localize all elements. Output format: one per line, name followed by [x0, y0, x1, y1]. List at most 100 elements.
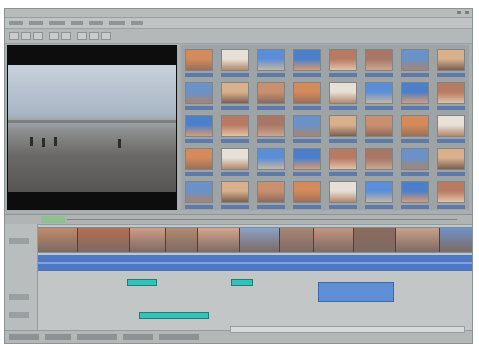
- media-thumbnail[interactable]: [185, 49, 213, 71]
- thumbnail-label: [221, 106, 249, 110]
- toolbar-button-5[interactable]: [61, 32, 71, 40]
- menu-item-4[interactable]: [71, 21, 83, 25]
- toolbar-button-8[interactable]: [101, 32, 111, 40]
- media-thumbnail[interactable]: [329, 115, 357, 137]
- media-thumbnail[interactable]: [221, 115, 249, 137]
- media-thumbnail[interactable]: [329, 82, 357, 104]
- transition-clip[interactable]: [127, 279, 157, 286]
- video-clip[interactable]: [396, 228, 440, 252]
- video-clip[interactable]: [354, 228, 396, 252]
- preview-figure: [30, 137, 33, 146]
- media-thumbnail[interactable]: [221, 49, 249, 71]
- video-clip[interactable]: [130, 228, 166, 252]
- media-thumbnail[interactable]: [257, 115, 285, 137]
- toolbar-button-1[interactable]: [9, 32, 19, 40]
- title-clip[interactable]: [139, 312, 209, 319]
- media-thumbnail[interactable]: [257, 49, 285, 71]
- thumbnail-label: [365, 205, 393, 209]
- menu-item-6[interactable]: [109, 21, 125, 25]
- minimize-icon[interactable]: [457, 11, 461, 14]
- media-thumbnail[interactable]: [293, 148, 321, 170]
- media-thumbnail[interactable]: [401, 49, 429, 71]
- media-thumbnail[interactable]: [401, 181, 429, 203]
- media-thumbnail[interactable]: [365, 148, 393, 170]
- thumbnail-label: [401, 73, 429, 77]
- toolbar-button-7[interactable]: [89, 32, 99, 40]
- media-thumbnail[interactable]: [257, 148, 285, 170]
- close-icon[interactable]: [465, 11, 469, 14]
- track-label-video: [9, 238, 29, 244]
- timeline-tab[interactable]: [41, 216, 65, 223]
- media-thumbnail[interactable]: [293, 115, 321, 137]
- thumbnail-label: [257, 205, 285, 209]
- thumbnail-label: [365, 172, 393, 176]
- thumbnail-label: [293, 139, 321, 143]
- media-thumbnail[interactable]: [257, 181, 285, 203]
- track-label-audio: [9, 312, 29, 318]
- thumbnail-label: [293, 205, 321, 209]
- media-thumbnail[interactable]: [221, 181, 249, 203]
- media-thumbnail[interactable]: [437, 49, 465, 71]
- selected-clip[interactable]: [318, 282, 394, 302]
- thumbnail-label: [437, 172, 465, 176]
- media-thumbnail[interactable]: [329, 49, 357, 71]
- status-segment: [159, 334, 199, 340]
- media-thumbnail[interactable]: [365, 181, 393, 203]
- media-thumbnail[interactable]: [221, 82, 249, 104]
- menu-item-2[interactable]: [29, 21, 43, 25]
- menu-item-7[interactable]: [131, 21, 143, 25]
- media-thumbnail[interactable]: [401, 148, 429, 170]
- video-clip[interactable]: [240, 228, 280, 252]
- media-thumbnail[interactable]: [365, 82, 393, 104]
- media-thumbnail[interactable]: [185, 148, 213, 170]
- video-clip[interactable]: [38, 228, 78, 252]
- menu-item-3[interactable]: [49, 21, 65, 25]
- media-thumbnail[interactable]: [401, 115, 429, 137]
- transition-clip[interactable]: [231, 279, 253, 286]
- media-thumbnail[interactable]: [221, 148, 249, 170]
- audio-track[interactable]: [38, 255, 472, 271]
- toolbar-button-3[interactable]: [33, 32, 43, 40]
- media-thumbnail[interactable]: [401, 82, 429, 104]
- media-thumbnail[interactable]: [185, 115, 213, 137]
- media-thumbnail[interactable]: [293, 49, 321, 71]
- video-clip[interactable]: [280, 228, 314, 252]
- thumbnail-label: [437, 73, 465, 77]
- video-clip[interactable]: [166, 228, 198, 252]
- video-clip[interactable]: [78, 228, 130, 252]
- toolbar-button-2[interactable]: [21, 32, 31, 40]
- thumbnail-label: [293, 172, 321, 176]
- video-preview[interactable]: [7, 45, 177, 210]
- horizontal-scrollbar[interactable]: [230, 326, 465, 333]
- menu-item-5[interactable]: [89, 21, 103, 25]
- track-label-title: [9, 294, 29, 300]
- media-thumbnail[interactable]: [437, 115, 465, 137]
- media-thumbnail[interactable]: [329, 148, 357, 170]
- media-thumbnail[interactable]: [185, 82, 213, 104]
- toolbar-button-6[interactable]: [77, 32, 87, 40]
- preview-figure: [54, 137, 57, 146]
- video-clip[interactable]: [198, 228, 240, 252]
- media-thumbnail[interactable]: [293, 181, 321, 203]
- status-segment: [45, 334, 71, 340]
- media-thumbnail[interactable]: [257, 82, 285, 104]
- thumbnail-label: [185, 172, 213, 176]
- media-thumbnail[interactable]: [437, 148, 465, 170]
- media-thumbnail[interactable]: [329, 181, 357, 203]
- media-thumbnail[interactable]: [365, 49, 393, 71]
- thumbnail-label: [437, 106, 465, 110]
- media-thumbnail[interactable]: [365, 115, 393, 137]
- timeline-ruler[interactable]: [5, 215, 472, 225]
- menu-item-1[interactable]: [9, 21, 23, 25]
- editor-window: [4, 8, 473, 344]
- media-thumbnail[interactable]: [437, 181, 465, 203]
- video-clip[interactable]: [440, 228, 472, 252]
- media-thumbnail[interactable]: [293, 82, 321, 104]
- thumbnail-label: [365, 73, 393, 77]
- toolbar-button-4[interactable]: [49, 32, 59, 40]
- video-track[interactable]: [38, 227, 472, 253]
- video-clip[interactable]: [314, 228, 354, 252]
- preview-figure: [42, 138, 45, 147]
- media-thumbnail[interactable]: [437, 82, 465, 104]
- media-thumbnail[interactable]: [185, 181, 213, 203]
